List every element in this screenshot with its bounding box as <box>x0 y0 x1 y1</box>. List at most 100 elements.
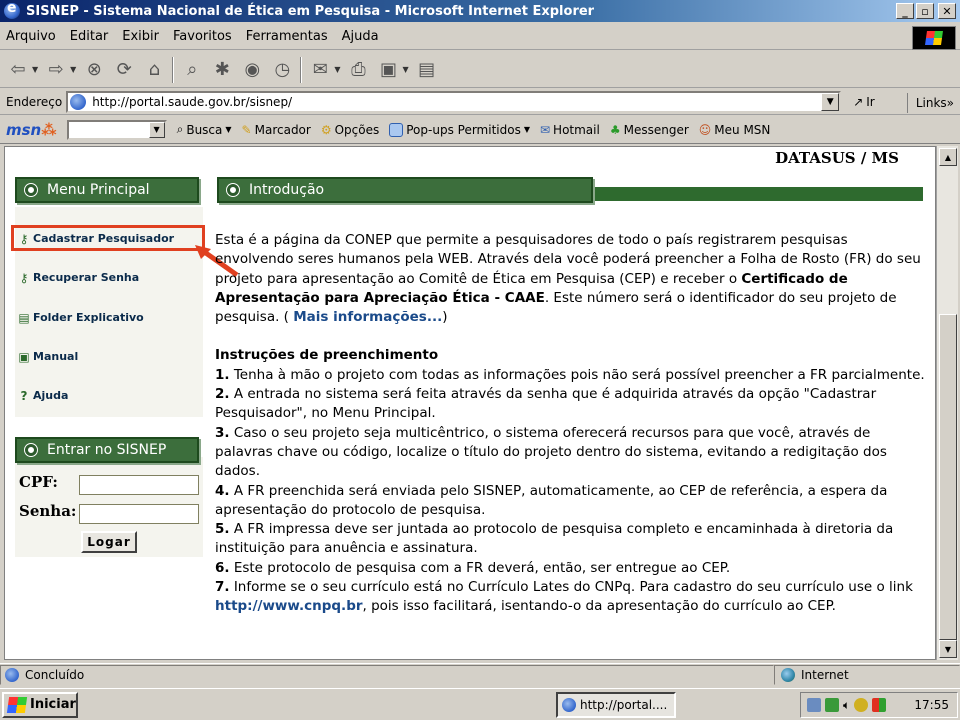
book-icon: ▣ <box>18 349 30 364</box>
address-dropdown-icon[interactable]: ▼ <box>821 92 840 111</box>
options-icon: ⚙ <box>320 122 332 137</box>
msn-logo[interactable]: msn⁂ <box>6 121 57 139</box>
page-done-icon <box>5 667 19 682</box>
msn-busca-button[interactable]: ⌕ Busca ▼ <box>177 122 232 137</box>
antivirus-icon[interactable] <box>854 698 869 712</box>
maximize-button[interactable]: ▫ <box>916 3 934 19</box>
minimize-button[interactable]: _ <box>896 3 914 19</box>
msn-search-dropdown-icon[interactable]: ▼ <box>148 121 165 138</box>
scroll-down-icon[interactable]: ▼ <box>939 640 957 658</box>
toolbar: ⇦ ▼ ⇨ ▼ ⊗ ⟳ ⌂ ⌕ ✱ ◉ ◷ ✉ ▼ ⎙ ▣ ▼ ▤ <box>0 52 960 88</box>
key-icon: ⚷ <box>19 270 29 285</box>
msn-search-input[interactable]: ▼ <box>66 119 167 140</box>
bullet-icon <box>25 444 37 456</box>
taskbar-ie-button[interactable]: http://portal.... <box>556 692 676 718</box>
zone-text: Internet <box>801 667 849 682</box>
start-button[interactable]: Iniciar <box>2 691 78 718</box>
search-icon: ⌕ <box>176 122 184 136</box>
bullet-icon <box>25 184 37 196</box>
menu-recuperar-senha[interactable]: ⚷ Recuperar Senha <box>19 270 140 285</box>
toolbar-separator <box>172 56 175 83</box>
highlighter-icon: ✎ <box>241 122 252 137</box>
taskbar: Iniciar http://portal.... 🔈︎ 17:55 <box>0 688 960 720</box>
help-icon: ? <box>20 388 28 403</box>
address-url[interactable]: http://portal.saude.gov.br/sisnep/ <box>92 95 821 109</box>
popup-icon <box>389 122 404 137</box>
favorites-icon[interactable]: ✱ <box>210 58 234 82</box>
cpf-label: CPF: <box>19 473 58 491</box>
msn-hotmail-button[interactable]: ✉ Hotmail <box>540 123 600 137</box>
page-icon <box>70 93 87 110</box>
discuss-icon[interactable]: ▤ <box>415 58 439 82</box>
print-icon[interactable]: ⎙ <box>346 58 370 82</box>
menu-folder-explicativo[interactable]: ▤ Folder Explicativo <box>18 311 143 325</box>
home-icon[interactable]: ⌂ <box>142 58 166 82</box>
ie-icon <box>562 698 576 712</box>
mail-icon[interactable]: ✉ <box>308 58 332 82</box>
forward-icon[interactable]: ⇨ <box>44 58 68 82</box>
search-icon[interactable]: ⌕ <box>180 58 204 82</box>
intro-paragraph: Esta é a página da CONEP que permite a p… <box>215 232 921 326</box>
menu-favoritos[interactable]: Favoritos <box>173 29 232 44</box>
msn-meumsn-button[interactable]: ☺ Meu MSN <box>699 123 771 137</box>
mail-dropdown-icon[interactable]: ▼ <box>334 65 340 74</box>
msn-messenger-button[interactable]: ♣ Messenger <box>610 123 689 137</box>
links-label: Links <box>915 96 947 110</box>
volume-icon[interactable]: 🔈︎ <box>843 698 850 713</box>
instruction-item: 5. A FR impressa deve ser juntada ao pro… <box>215 521 894 557</box>
senha-label: Senha: <box>19 502 77 520</box>
history-icon[interactable]: ◷ <box>270 58 294 82</box>
links-button[interactable]: Links » <box>906 93 954 113</box>
instruction-item: 3. Caso o seu projeto seja multicêntrico… <box>215 424 887 480</box>
back-dropdown-icon[interactable]: ▼ <box>32 65 38 74</box>
msn-marcador-button[interactable]: ✎ Marcador <box>242 123 311 137</box>
network-icon[interactable] <box>807 698 821 712</box>
menu-arquivo[interactable]: Arquivo <box>6 29 56 44</box>
close-button[interactable]: ✕ <box>938 3 956 19</box>
edit-icon[interactable]: ▣ <box>376 58 400 82</box>
flag-icon[interactable] <box>872 698 887 712</box>
menu-ajuda[interactable]: ? Ajuda <box>19 388 69 403</box>
menu-manual[interactable]: ▣ Manual <box>18 349 78 364</box>
page-content: DATASUS / MS Menu Principal ⚷ Cadastrar P… <box>4 146 936 660</box>
messenger-icon: ♣ <box>609 122 621 137</box>
logar-button[interactable]: Logar <box>81 531 137 553</box>
scroll-thumb[interactable] <box>939 314 957 640</box>
msn-toolbar: msn⁂ ▼ ⌕ Busca ▼ ✎ Marcador ⚙ Opções Pop-ups… <box>0 116 960 144</box>
instruction-item: 6. Este protocolo de pesquisa com a FR d… <box>215 559 731 576</box>
messenger-tray-icon[interactable] <box>825 698 839 712</box>
title-bar[interactable]: SISNEP - Sistema Nacional de Ética em Pe… <box>0 0 960 22</box>
msn-popups-button[interactable]: Pop-ups Permitidos ▼ <box>389 122 530 137</box>
cnpq-link[interactable]: http://www.cnpq.br <box>215 598 363 614</box>
window-title: SISNEP - Sistema Nacional de Ética em Pe… <box>26 3 595 19</box>
stop-icon[interactable]: ⊗ <box>82 58 106 82</box>
edit-dropdown-icon[interactable]: ▼ <box>402 65 408 74</box>
media-icon[interactable]: ◉ <box>240 58 264 82</box>
forward-dropdown-icon[interactable]: ▼ <box>70 65 76 74</box>
refresh-icon[interactable]: ⟳ <box>112 58 136 82</box>
scroll-up-icon[interactable]: ▲ <box>939 148 957 166</box>
address-label: Endereço <box>6 94 63 109</box>
menu-exibir[interactable]: Exibir <box>122 29 159 44</box>
back-icon[interactable]: ⇦ <box>6 58 30 82</box>
vertical-scrollbar[interactable]: ▲ ▼ <box>936 146 958 660</box>
globe-icon <box>781 667 795 682</box>
menu-principal-header: Menu Principal <box>15 177 199 203</box>
menu-ferramentas[interactable]: Ferramentas <box>246 29 328 44</box>
cpf-input[interactable] <box>79 475 199 495</box>
user-icon: ☺ <box>698 122 712 137</box>
go-arrow-icon: ↗ <box>853 94 864 109</box>
menu-editar[interactable]: Editar <box>70 29 109 44</box>
system-tray: 🔈︎ 17:55 <box>800 692 958 718</box>
status-bar: Concluído Internet <box>0 663 960 685</box>
go-button[interactable]: ↗ Ir <box>853 95 875 109</box>
senha-input[interactable] <box>79 504 199 524</box>
intro-text: Esta é a página da CONEP que permite a p… <box>215 231 925 617</box>
mais-informacoes-link[interactable]: Mais informações... <box>293 309 442 325</box>
datasus-header: DATASUS / MS <box>775 149 899 167</box>
go-label: Ir <box>866 94 875 109</box>
msn-opcoes-button[interactable]: ⚙ Opções <box>321 123 379 137</box>
address-input[interactable]: http://portal.saude.gov.br/sisnep/ ▼ <box>66 90 842 113</box>
menu-ajuda[interactable]: Ajuda <box>342 29 379 44</box>
ie-window: SISNEP - Sistema Nacional de Ética em Pe… <box>0 0 960 720</box>
